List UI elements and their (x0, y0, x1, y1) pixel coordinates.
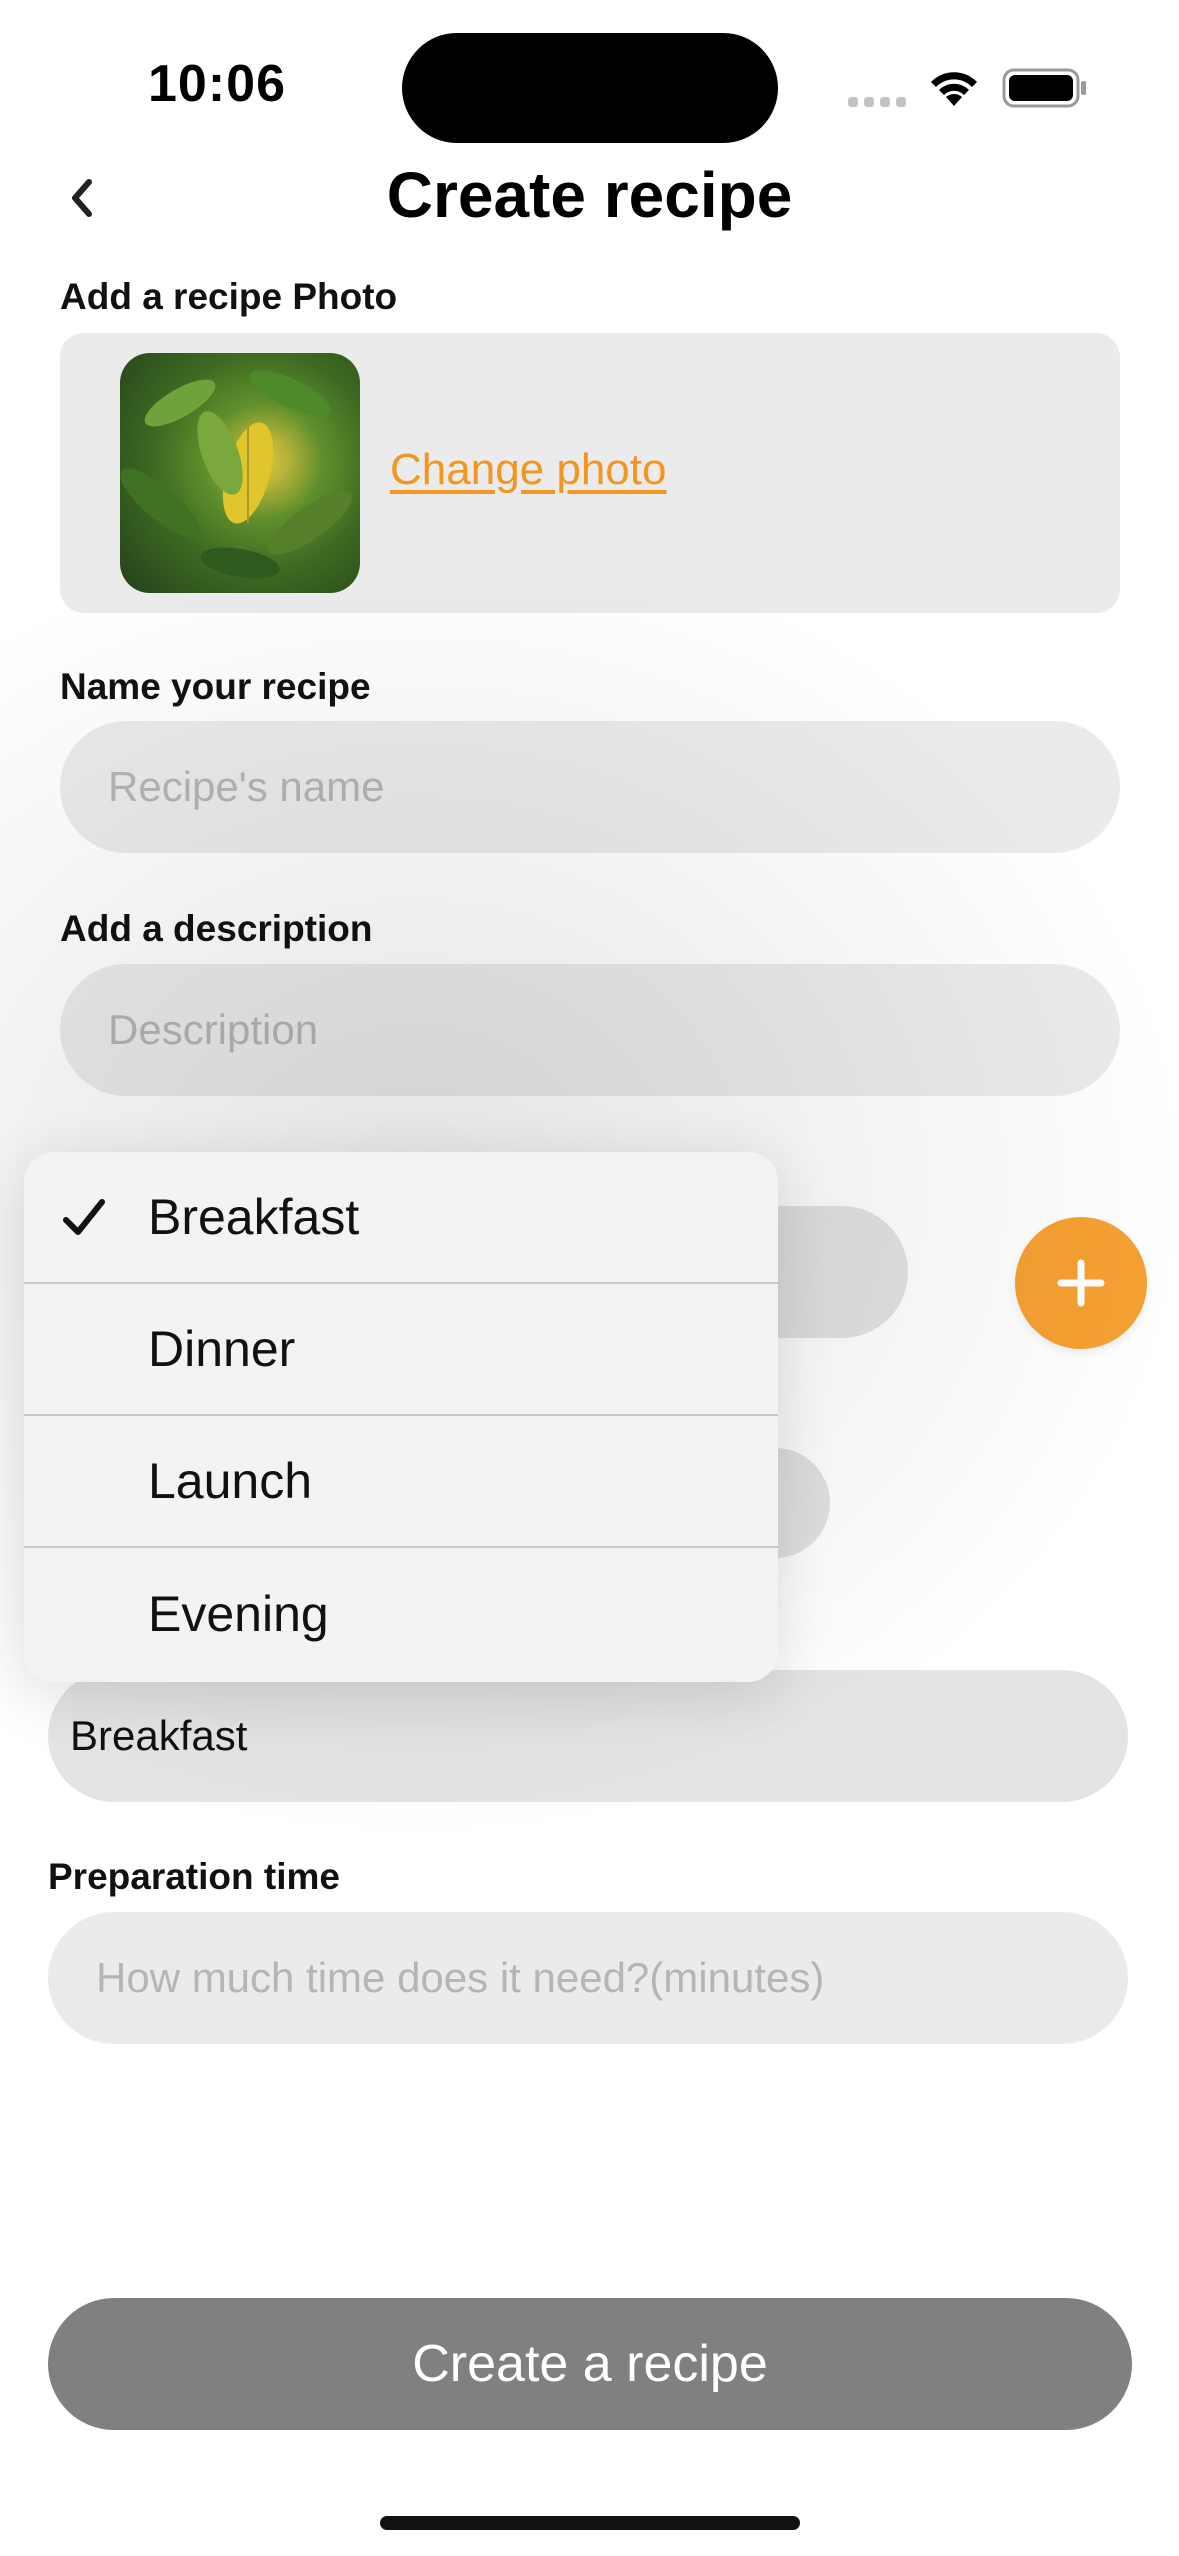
status-time: 10:06 (148, 55, 286, 113)
menu-item-evening[interactable]: Evening (24, 1548, 778, 1680)
recipe-name-input[interactable]: Recipe's name (60, 721, 1120, 853)
plus-icon (1057, 1259, 1105, 1307)
name-label: Name your recipe (60, 666, 371, 707)
menu-item-label: Launch (148, 1453, 313, 1509)
photo-card: Change photo (60, 333, 1120, 613)
wifi-icon (931, 72, 977, 106)
home-indicator[interactable] (380, 2516, 800, 2530)
create-recipe-button[interactable]: Create a recipe (48, 2298, 1132, 2430)
menu-item-label: Evening (148, 1586, 329, 1642)
checkmark-icon (63, 1199, 105, 1235)
cellular-signal-icon (848, 97, 906, 107)
menu-item-dinner[interactable]: Dinner (24, 1284, 778, 1416)
menu-item-breakfast[interactable]: Breakfast (24, 1152, 778, 1284)
menu-item-label: Dinner (148, 1321, 296, 1377)
page-title: Create recipe (386, 159, 793, 231)
meal-type-dropdown-menu: Breakfast Dinner Launch Evening (24, 1152, 778, 1682)
battery-icon (1002, 68, 1086, 108)
description-label: Add a description (60, 908, 373, 949)
add-ingredient-button[interactable] (1015, 1217, 1147, 1349)
menu-item-launch[interactable]: Launch (24, 1416, 778, 1548)
leaf-photo-image (120, 370, 352, 579)
description-input[interactable]: Description (60, 964, 1120, 1096)
menu-item-label: Breakfast (148, 1189, 360, 1245)
meal-type-select[interactable]: Breakfast (48, 1670, 1128, 1802)
create-recipe-screen: 10:06 Create recipe Add a recipe Photo C… (0, 0, 1179, 2556)
prep-time-input[interactable]: How much time does it need?(minutes) (48, 1912, 1128, 2044)
change-photo-link[interactable]: Change photo (390, 445, 666, 495)
photo-label: Add a recipe Photo (60, 276, 398, 317)
dynamic-island (402, 33, 778, 143)
recipe-photo-thumbnail[interactable] (120, 353, 360, 593)
prep-time-label: Preparation time (48, 1856, 340, 1897)
